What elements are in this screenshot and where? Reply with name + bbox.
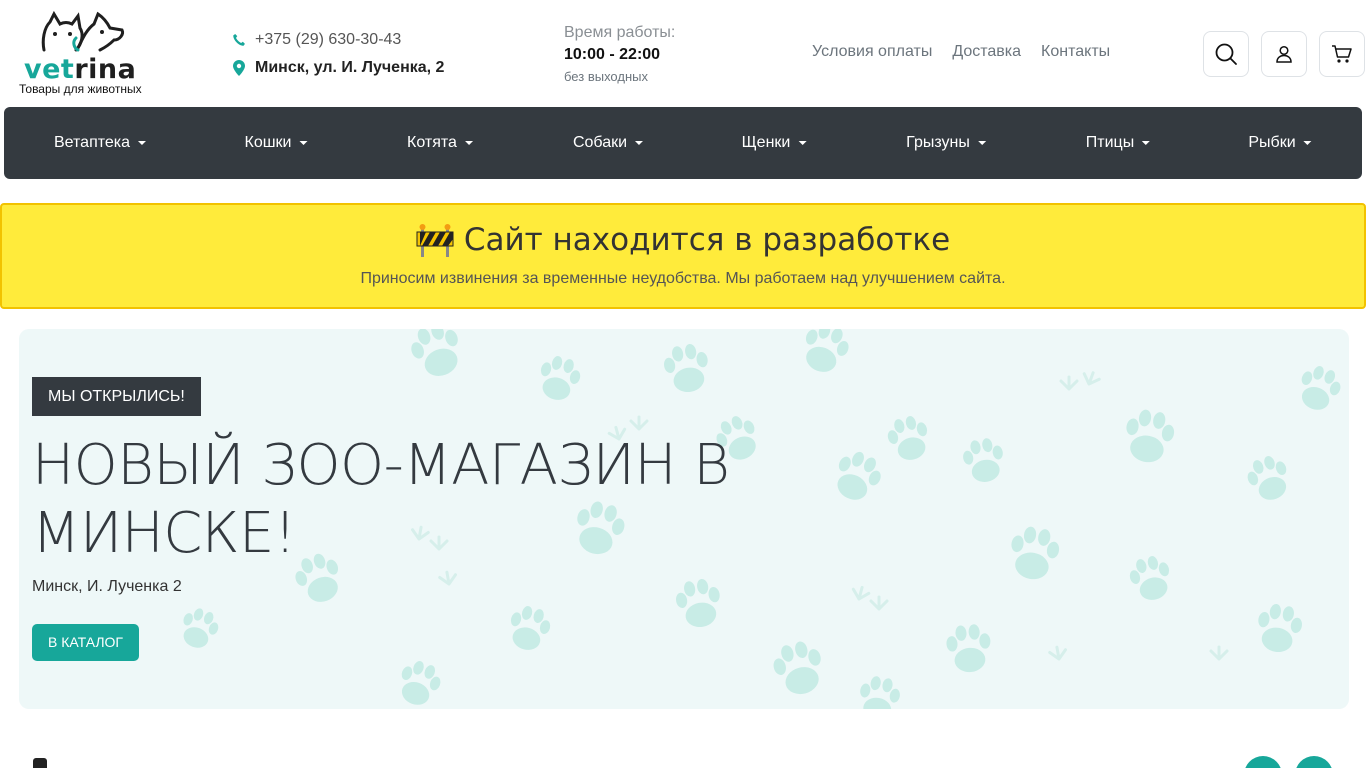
hero-slide: МЫ ОТКРЫЛИСЬ! НОВЫЙ ЗОО-МАГАЗИН В МИНСКЕ… (19, 329, 1349, 709)
section-heading-partial (33, 758, 47, 768)
search-icon (1215, 43, 1237, 65)
caret-down-icon (464, 141, 473, 145)
map-pin-icon (231, 60, 247, 76)
search-button[interactable] (1203, 31, 1249, 77)
caret-down-icon (635, 141, 644, 145)
cart-icon (1332, 45, 1352, 63)
address-text: Минск, ул. И. Лученка, 2 (255, 59, 445, 76)
construction-icon (416, 224, 454, 257)
caret-down-icon (977, 141, 986, 145)
header-actions (1203, 31, 1365, 77)
caret-down-icon (138, 141, 147, 145)
catalog-button[interactable]: В КАТАЛОГ (32, 624, 140, 661)
nav-item-kittens[interactable]: Котята (407, 107, 473, 179)
account-button[interactable] (1261, 31, 1307, 77)
caret-down-icon (798, 141, 807, 145)
user-icon (1276, 45, 1292, 63)
cart-button[interactable] (1319, 31, 1365, 77)
nav-item-puppies[interactable]: Щенки (742, 107, 807, 179)
contact-block: +375 (29) 630-30-43 Минск, ул. И. Лученк… (231, 29, 444, 85)
nav-item-dogs[interactable]: Собаки (573, 107, 644, 179)
hours-time: 10:00 - 22:00 (564, 46, 661, 63)
site-header: vetrina Товары для животных +375 (29) 63… (0, 0, 1366, 104)
top-links: Условия оплаты Доставка Контакты (812, 43, 1110, 61)
carousel-next-button[interactable] (1295, 756, 1333, 768)
dev-banner-subtitle: Приносим извинения за временные неудобст… (360, 270, 1006, 287)
contacts-link[interactable]: Контакты (1041, 43, 1110, 61)
hero-title: НОВЫЙ ЗОО-МАГАЗИН В МИНСКЕ! (32, 433, 730, 566)
carousel-controls (1244, 756, 1333, 768)
logo-wordmark: vetrina (24, 54, 137, 85)
working-hours: Время работы: 10:00 - 22:00 без выходных (564, 23, 675, 86)
cat-dog-logo-icon (41, 10, 124, 52)
nav-item-fish[interactable]: Рыбки (1248, 107, 1312, 179)
hero-badge: МЫ ОТКРЫЛИСЬ! (32, 377, 201, 416)
development-banner: Сайт находится в разработке Приносим изв… (0, 203, 1366, 309)
main-navbar: Ветаптека Кошки Котята Собаки Щенки Грыз… (4, 107, 1362, 179)
hours-label: Время работы: (564, 24, 676, 41)
nav-item-cats[interactable]: Кошки (245, 107, 308, 179)
caret-down-icon (1303, 141, 1312, 145)
hero-subtitle: Минск, И. Лученка 2 (32, 578, 182, 595)
nav-item-rodents[interactable]: Грызуны (906, 107, 986, 179)
phone-icon (231, 32, 247, 48)
phone-link[interactable]: +375 (29) 630-30-43 (255, 31, 401, 49)
nav-item-vet-pharmacy[interactable]: Ветаптека (54, 107, 147, 179)
logo-tagline: Товары для животных (19, 82, 142, 96)
caret-down-icon (299, 141, 308, 145)
dev-banner-title: Сайт находится в разработке (463, 222, 951, 258)
payment-terms-link[interactable]: Условия оплаты (812, 43, 932, 61)
caret-down-icon (1142, 141, 1151, 145)
nav-item-birds[interactable]: Птицы (1086, 107, 1151, 179)
delivery-link[interactable]: Доставка (952, 43, 1021, 61)
carousel-prev-button[interactable] (1244, 756, 1282, 768)
hours-note: без выходных (564, 69, 648, 84)
logo[interactable]: vetrina Товары для животных (18, 10, 148, 98)
